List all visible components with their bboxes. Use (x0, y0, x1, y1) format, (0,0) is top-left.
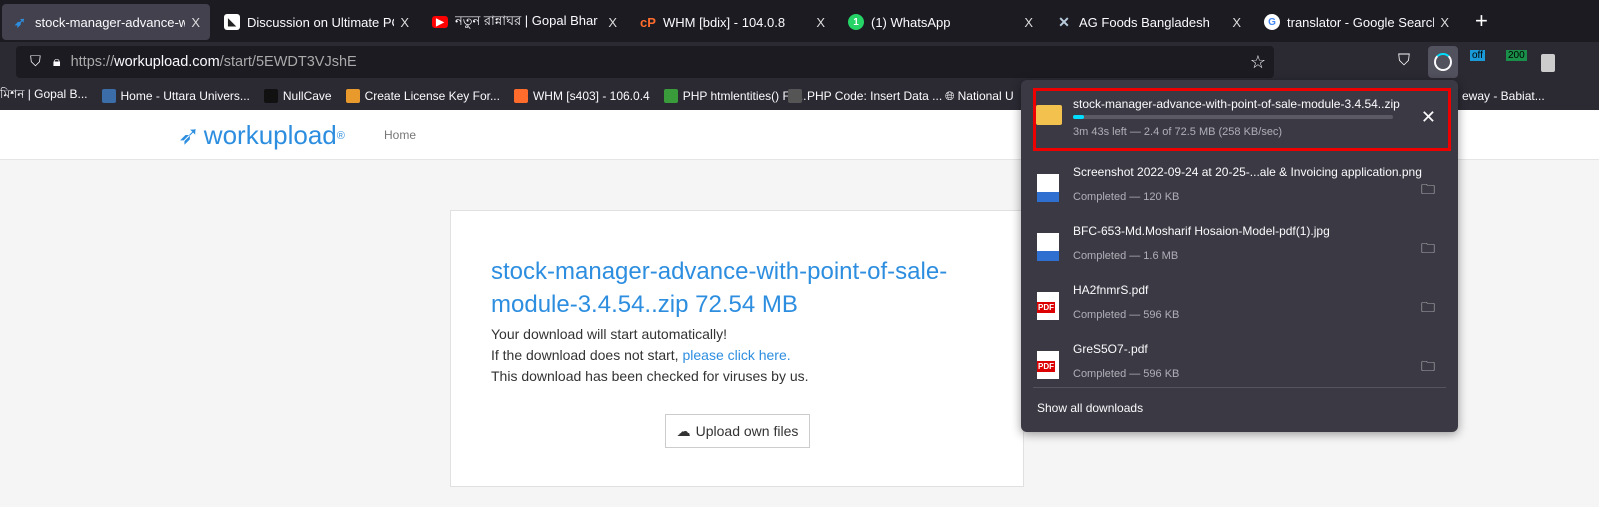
click-here-link[interactable]: please click here. (682, 347, 790, 363)
bookmark-item[interactable]: PHP Code: Insert Data ... (788, 89, 942, 103)
nav-home-link[interactable]: Home (384, 128, 416, 142)
download-progress-bar (1073, 115, 1393, 119)
cancel-download-icon[interactable]: ✕ (1421, 107, 1436, 128)
zip-folder-icon (1036, 105, 1062, 125)
pdf-file-icon: PDF (1037, 292, 1059, 320)
download-progress-icon (1434, 53, 1452, 71)
nav-toolbar: ⛉ 🔒︎ https://workupload.com/start/5EWDT3… (0, 42, 1599, 82)
open-folder-icon[interactable]: 🗀︎ (1421, 297, 1435, 321)
bookmark-star-icon[interactable]: ☆ (1250, 52, 1266, 73)
close-tab-icon[interactable]: X (816, 15, 825, 30)
bookmark-item[interactable]: Home - Uttara Univers... (101, 89, 250, 103)
bookmark-item[interactable]: NullCave (263, 89, 332, 103)
workupload-icon: ➶ (14, 13, 26, 30)
fork-knife-icon: ✕ (1058, 13, 1070, 30)
profile-avatar[interactable] (1541, 54, 1555, 72)
w3schools-icon (663, 89, 678, 103)
shield-icon[interactable]: ⛉ (30, 54, 41, 70)
bookmark-item[interactable]: WHM [s403] - 106.0.4 (513, 89, 650, 103)
cloud-upload-icon: ☁ (676, 422, 691, 439)
show-all-downloads-button[interactable]: Show all downloads (1037, 401, 1143, 415)
extension-200-badge[interactable]: 200 (1506, 50, 1527, 61)
download-item[interactable]: PDF HA2fnmrS.pdf Completed — 596 KB 🗀︎ (1033, 280, 1447, 338)
pocket-icon[interactable]: ⛉ (1398, 52, 1410, 70)
bookmark-favicon (345, 89, 360, 103)
download-item-active[interactable]: stock-manager-advance-with-point-of-sale… (1033, 88, 1451, 151)
download-card: stock-manager-advance-with-point-of-sale… (450, 210, 1024, 487)
open-folder-icon[interactable]: 🗀︎ (1421, 356, 1435, 380)
download-item[interactable]: Screenshot 2022-09-24 at 20-25-...ale & … (1033, 162, 1447, 220)
cpanel-icon (513, 89, 528, 103)
downloads-button[interactable] (1428, 46, 1458, 78)
image-file-icon (1037, 233, 1059, 261)
google-icon: G (1264, 14, 1280, 30)
close-tab-icon[interactable]: X (1024, 15, 1033, 30)
open-folder-icon[interactable]: 🗀︎ (1421, 179, 1435, 203)
whatsapp-icon: 1 (848, 14, 864, 30)
bookmark-favicon (101, 89, 116, 103)
globe-icon: 🌐︎ (945, 88, 955, 103)
close-tab-icon[interactable]: X (608, 15, 617, 30)
upload-own-files-button[interactable]: ☁ Upload own files (665, 414, 810, 448)
tab-whm[interactable]: cP WHM [bdix] - 104.0.8 X (630, 4, 835, 40)
youtube-icon: ▶ (432, 16, 448, 28)
tab-agfoods[interactable]: ✕ AG Foods Bangladesh X (1046, 4, 1251, 40)
lock-icon[interactable]: 🔒︎ (53, 54, 61, 70)
auto-start-text: Your download will start automatically! (491, 326, 728, 342)
rocket-icon: ➶ (178, 120, 200, 150)
workupload-logo[interactable]: ➶ workupload ® (178, 120, 345, 151)
download-item[interactable]: PDF GreS5O7-.pdf Completed — 596 KB 🗀︎ (1033, 339, 1447, 397)
tab-google[interactable]: G translator - Google Search X (1254, 4, 1459, 40)
tab-whatsapp[interactable]: 1 (1) WhatsApp X (838, 4, 1043, 40)
codecanyon-icon: ◣ (224, 14, 240, 30)
bookmark-item[interactable]: মিশন | Gopal B... (0, 86, 88, 106)
virus-check-text: This download has been checked for virus… (491, 368, 809, 384)
manual-download-text: If the download does not start, please c… (491, 347, 791, 363)
close-tab-icon[interactable]: X (191, 15, 200, 30)
pdf-file-icon: PDF (1037, 351, 1059, 379)
open-folder-icon[interactable]: 🗀︎ (1421, 238, 1435, 262)
new-tab-button[interactable]: + (1475, 8, 1488, 34)
tab-bar: ➶ stock-manager-advance-with X ◣ Discuss… (0, 0, 1599, 42)
download-item[interactable]: BFC-653-Md.Mosharif Hosaion-Model-pdf(1)… (1033, 221, 1447, 279)
tab-workupload[interactable]: ➶ stock-manager-advance-with X (2, 4, 210, 40)
downloads-panel: stock-manager-advance-with-point-of-sale… (1021, 80, 1458, 432)
bookmark-favicon (788, 89, 802, 103)
url-bar[interactable]: ⛉ 🔒︎ https://workupload.com/start/5EWDT3… (16, 46, 1274, 78)
close-tab-icon[interactable]: X (1232, 15, 1241, 30)
close-tab-icon[interactable]: X (1440, 15, 1449, 30)
extension-off-badge[interactable]: off (1470, 50, 1485, 61)
bookmark-item[interactable]: Create License Key For... (345, 89, 500, 103)
tab-youtube[interactable]: ▶ নতুন রান্নাঘর | Gopal Bhar | Do X (422, 4, 627, 40)
divider (1033, 387, 1446, 388)
bookmark-favicon (263, 89, 278, 103)
close-tab-icon[interactable]: X (400, 15, 409, 30)
bookmark-item[interactable]: 🌐︎ National U (945, 89, 1014, 104)
file-title: stock-manager-advance-with-point-of-sale… (491, 258, 948, 318)
tab-discussion[interactable]: ◣ Discussion on Ultimate POS - X (214, 4, 419, 40)
cpanel-icon: cP (640, 14, 656, 30)
bookmark-item[interactable]: PHP htmlentities() Fu... (663, 89, 807, 103)
bookmark-item[interactable]: eway - Babiat... (1462, 89, 1545, 103)
image-file-icon (1037, 174, 1059, 202)
